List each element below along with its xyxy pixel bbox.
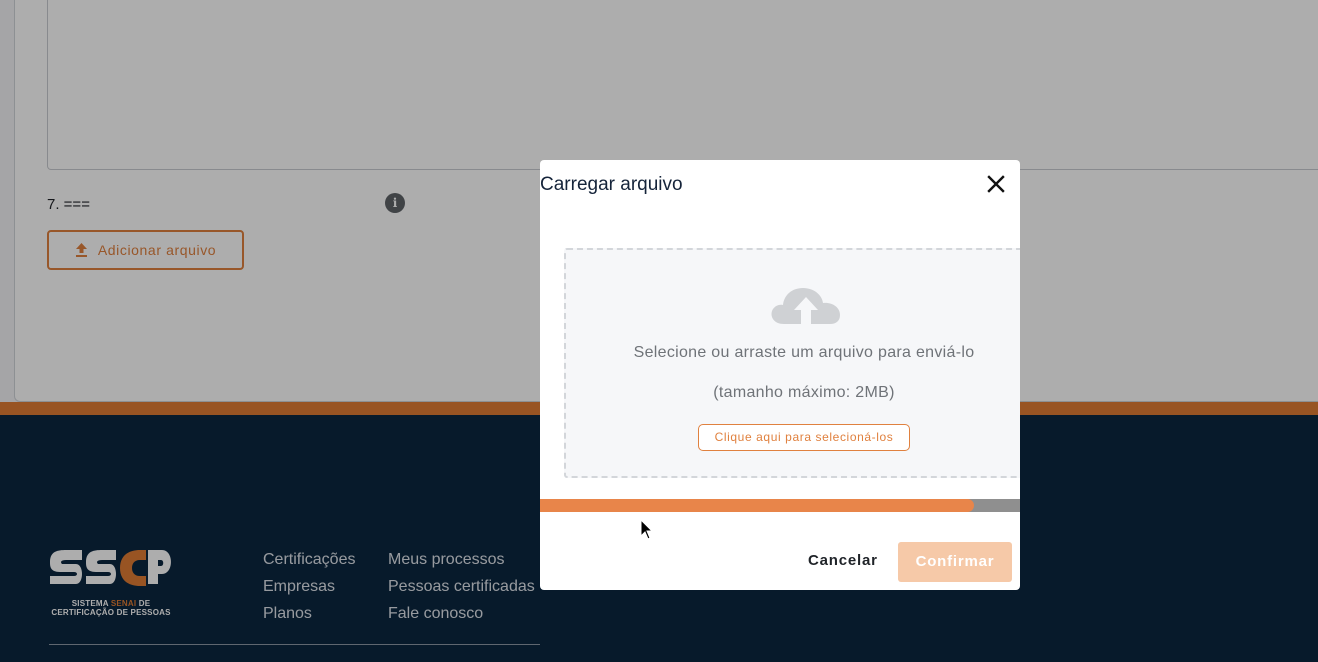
upload-progress-bar [540, 499, 1020, 512]
confirm-button[interactable]: Confirmar [898, 542, 1012, 582]
dialog-title: Carregar arquivo [540, 174, 683, 195]
cancel-button[interactable]: Cancelar [808, 552, 878, 569]
upload-dialog: Carregar arquivo Selecione ou arraste um… [540, 160, 1020, 590]
dropzone-size-limit: (tamanho máximo: 2MB) [713, 384, 895, 401]
file-dropzone[interactable]: Selecione ou arraste um arquivo para env… [564, 248, 1020, 478]
mouse-cursor-icon [640, 519, 654, 540]
select-files-button[interactable]: Clique aqui para selecioná-los [698, 424, 910, 451]
cloud-upload-icon [771, 288, 840, 324]
upload-progress-fill [540, 499, 975, 512]
dropzone-instruction: Selecione ou arraste um arquivo para env… [633, 344, 975, 361]
close-icon[interactable] [986, 174, 1006, 194]
